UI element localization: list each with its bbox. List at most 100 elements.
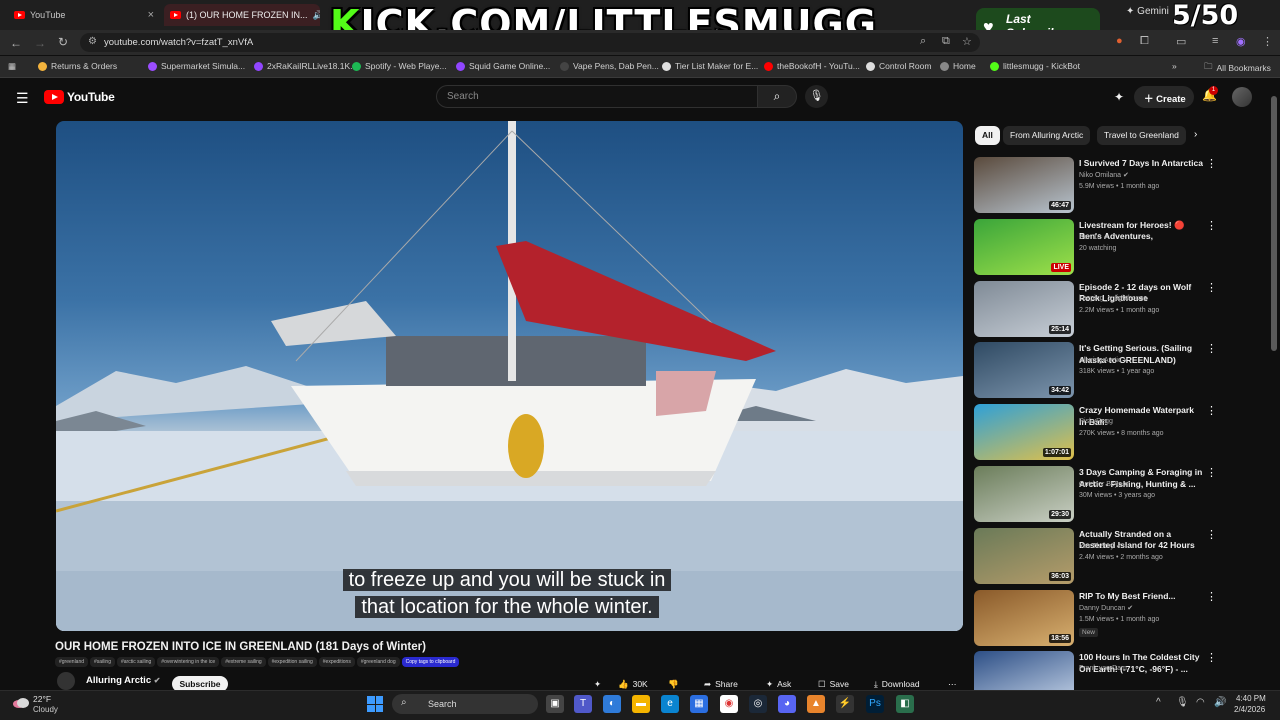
bookmark-item[interactable]: Returns & Orders xyxy=(38,61,117,71)
taskbar-search[interactable]: ⌕ Search xyxy=(392,694,538,714)
hashtag-chip[interactable]: #expeditions xyxy=(318,657,355,667)
video-player[interactable] xyxy=(56,121,963,631)
like-button[interactable]: 👍 30K xyxy=(618,677,648,691)
photoshop-icon[interactable]: Ps xyxy=(866,695,884,713)
recommended-video[interactable]: LIVE Livestream for Heroes! 🔴 Ben's Adven… xyxy=(974,218,1222,277)
hashtag-chip[interactable]: #arctic sailing xyxy=(117,657,156,667)
bookmark-item[interactable]: littlesmugg - KickBot xyxy=(990,61,1080,71)
back-icon[interactable]: ← xyxy=(10,36,22,50)
vlc-icon[interactable]: ▲ xyxy=(807,695,825,713)
channel-avatar[interactable] xyxy=(57,672,75,690)
more-options-icon[interactable]: ⋮ xyxy=(1206,342,1217,355)
mic-tray-icon[interactable]: 🎙 xyxy=(1176,697,1189,708)
all-bookmarks-button[interactable]: 🗀 All Bookmarks xyxy=(1204,61,1271,75)
bookmark-star-icon[interactable]: ☆ xyxy=(962,35,972,48)
teams-icon[interactable]: T xyxy=(574,695,592,713)
edge-icon[interactable]: e xyxy=(661,695,679,713)
profile-icon[interactable]: ◉ xyxy=(1236,35,1246,48)
recommended-channel-name[interactable]: RiskyRegg xyxy=(1079,418,1113,425)
dislike-button[interactable]: 👎 xyxy=(668,677,679,691)
save-button[interactable]: ☐ Save xyxy=(818,677,849,691)
recommended-channel-name[interactable]: Danny Duncan ✔ xyxy=(1079,604,1133,612)
steam-icon[interactable]: ◎ xyxy=(749,695,767,713)
cast-icon[interactable]: ✦ xyxy=(1114,90,1124,104)
chevron-right-icon[interactable]: › xyxy=(1194,129,1197,140)
install-app-icon[interactable]: ⧉ xyxy=(942,35,950,48)
site-info-icon[interactable]: ⚙ xyxy=(88,36,97,47)
weather-temperature[interactable]: 22°F xyxy=(33,694,51,704)
recommended-channel-name[interactable]: Yes Theory ✔ xyxy=(1079,542,1122,550)
copy-tags-button[interactable]: Copy tags to clipboard xyxy=(401,657,460,667)
avatar[interactable] xyxy=(1232,87,1252,107)
zoom-icon[interactable]: ⌕ xyxy=(920,35,926,48)
recommended-channel-name[interactable]: Niko Omilana ✔ xyxy=(1079,171,1129,179)
browser-menu-icon[interactable]: ⋮ xyxy=(1262,35,1273,48)
video-thumbnail[interactable]: 46:47 xyxy=(974,157,1074,213)
more-options-icon[interactable]: ⋮ xyxy=(1206,528,1217,541)
recommended-channel-name[interactable]: Ben 10 ✔ xyxy=(1079,233,1109,241)
recommended-channel-name[interactable]: Alluring Arctic ✔ xyxy=(1079,356,1129,364)
bookmark-item[interactable]: Spotify - Web Playe... xyxy=(352,61,447,71)
recommended-channel-name[interactable]: Frank van Dam xyxy=(1079,665,1127,672)
hashtag-chip[interactable]: #sailing xyxy=(90,657,115,667)
recommended-channel-name[interactable]: keeping_a_lighthouse xyxy=(1079,295,1147,302)
chrome-icon[interactable]: ◉ xyxy=(720,695,738,713)
video-thumbnail[interactable]: LIVE xyxy=(974,218,1074,275)
recommended-video[interactable]: 29:30 3 Days Camping & Foraging in Arctic… xyxy=(974,466,1222,524)
ask-button[interactable]: ✦ Ask xyxy=(766,677,791,691)
split-view-icon[interactable]: ▭ xyxy=(1176,35,1186,48)
join-icon[interactable]: ✦ xyxy=(594,677,601,691)
menu-icon[interactable]: ☰ xyxy=(16,90,29,107)
more-options-icon[interactable]: ⋮ xyxy=(1206,219,1217,232)
copilot-icon[interactable]: ◐ xyxy=(603,695,621,713)
bookmark-item[interactable]: Vape Pens, Dab Pen... xyxy=(560,61,659,71)
hashtag-chip[interactable]: #greenland dog xyxy=(356,657,400,667)
bookmark-item[interactable]: Squid Game Online... xyxy=(456,61,550,71)
more-options-icon[interactable]: ⋮ xyxy=(1206,404,1217,417)
tray-overflow-icon[interactable]: ^ xyxy=(1156,697,1161,708)
recommended-video-title[interactable]: I Survived 7 Days In Antarctica xyxy=(1079,158,1203,170)
bookmark-item[interactable]: Tier List Maker for E... xyxy=(662,61,758,71)
filter-chip[interactable]: From Alluring Arctic xyxy=(1003,126,1091,145)
file-explorer-icon[interactable]: ▬ xyxy=(632,695,650,713)
youtube-logo[interactable]: YouTube xyxy=(44,90,115,104)
weather-description[interactable]: Cloudy xyxy=(33,705,58,714)
bookmark-item[interactable]: 2xRaKaiIRLLive18.1K... xyxy=(254,61,357,71)
video-thumbnail[interactable]: 25:14 xyxy=(974,280,1074,337)
bookmarks-overflow-icon[interactable]: » xyxy=(1172,61,1177,71)
obs-icon[interactable]: ◧ xyxy=(896,695,914,713)
clock-time[interactable]: 4:40 PM xyxy=(1236,694,1266,703)
recommended-video[interactable]: 18:56 RIP To My Best Friend... Danny Dunca… xyxy=(974,589,1222,648)
recommended-channel-name[interactable]: Outdoor Boys ✔ xyxy=(1079,480,1130,488)
gemini-button[interactable]: ✦ Gemini xyxy=(1126,6,1169,17)
recommended-video[interactable]: 46:47 I Survived 7 Days In Antarctica Niko… xyxy=(974,157,1222,215)
more-options-icon[interactable]: ⋮ xyxy=(1206,157,1217,170)
apps-grid-icon[interactable]: ▦ xyxy=(8,61,16,72)
video-thumbnail[interactable]: 29:30 xyxy=(974,466,1074,522)
hashtag-chip[interactable]: #overwintering in the ice xyxy=(157,657,220,667)
more-options-icon[interactable]: ⋮ xyxy=(1206,281,1217,294)
bookmark-item[interactable]: Control Room xyxy=(866,61,931,71)
browser-tab-video[interactable]: (1) OUR HOME FROZEN IN... 🔊 × xyxy=(164,4,320,26)
more-options-icon[interactable]: ⋮ xyxy=(1206,590,1217,603)
video-thumbnail[interactable]: 34:42 xyxy=(974,342,1074,399)
discord-icon[interactable]: ◕ xyxy=(778,695,796,713)
bookmark-item[interactable]: Home xyxy=(940,61,976,71)
search-input[interactable]: Search xyxy=(436,85,758,108)
hashtag-chip[interactable]: #extreme sailing xyxy=(221,657,266,667)
browser-tab-youtube[interactable]: YouTube × xyxy=(8,4,160,26)
video-thumbnail[interactable]: 36:03 xyxy=(974,527,1074,584)
volume-icon[interactable]: 🔊 xyxy=(1214,697,1226,708)
extension-icon[interactable]: ● xyxy=(1116,35,1123,47)
wifi-icon[interactable]: ◠ xyxy=(1196,697,1205,708)
search-button[interactable]: ⌕ xyxy=(757,85,797,108)
voice-search-button[interactable]: 🎙 xyxy=(805,85,828,108)
filter-chip[interactable]: All xyxy=(975,126,1000,145)
close-tab-icon[interactable]: × xyxy=(148,9,154,21)
recommended-video[interactable]: 36:03 Actually Stranded on a Deserted Isl… xyxy=(974,527,1222,586)
bookmark-item[interactable]: theBookofH - YouTu... xyxy=(764,61,860,71)
recommended-video[interactable]: 34:42 It's Getting Serious. (Sailing Alas… xyxy=(974,342,1222,400)
address-bar[interactable]: ⚙ youtube.com/watch?v=fzatT_xnVfA xyxy=(80,33,980,52)
clock-date[interactable]: 2/4/2026 xyxy=(1234,705,1265,714)
more-options-icon[interactable]: ⋮ xyxy=(1206,651,1217,664)
